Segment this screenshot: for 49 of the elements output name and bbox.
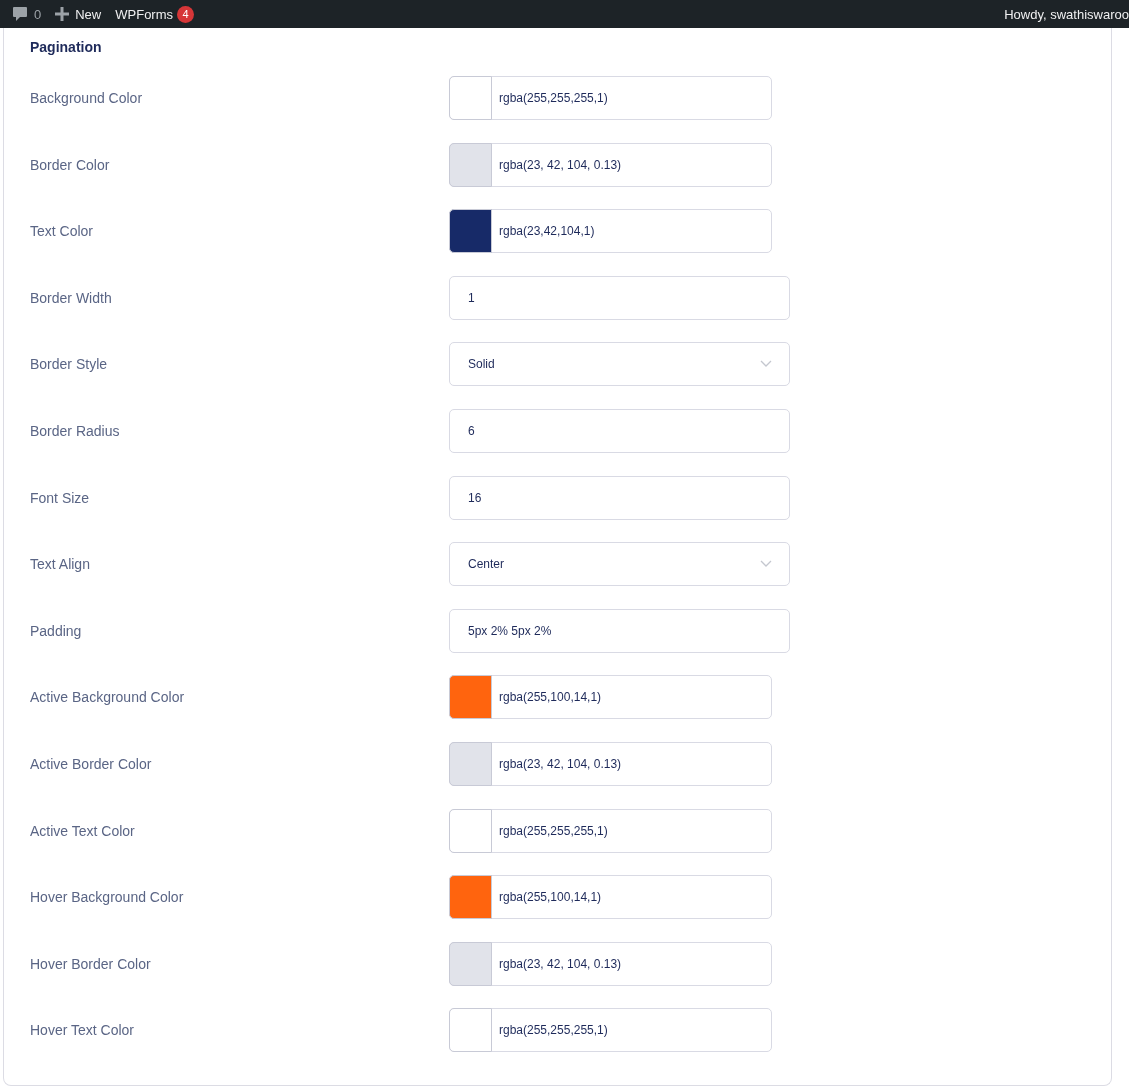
new-link[interactable]: New [55, 6, 102, 22]
field-label: Active Background Color [30, 689, 186, 706]
field-label: Hover Text Color [30, 1022, 135, 1039]
color-swatch[interactable] [449, 941, 492, 986]
field-label: Hover Border Color [30, 955, 152, 972]
color-swatch[interactable] [449, 808, 492, 853]
field-label: Text Color [30, 223, 95, 240]
count-badge: 4 [177, 5, 195, 23]
field-label: Text Align [30, 556, 91, 573]
color-swatch[interactable] [449, 209, 492, 254]
color-field[interactable]: rgba(23,42,104,1) [449, 209, 772, 254]
field-label: Active Border Color [30, 755, 153, 772]
input-field[interactable]: 6 [449, 408, 790, 453]
color-field[interactable]: rgba(255,255,255,1) [449, 808, 772, 853]
dropdown[interactable]: Center [449, 542, 790, 587]
chevron-down-icon [760, 360, 772, 369]
color-swatch[interactable] [449, 1008, 492, 1053]
color-field[interactable]: rgba(255,100,14,1) [449, 675, 772, 720]
field-label: Active Text Color [30, 822, 136, 839]
dropdown[interactable]: Solid [449, 342, 790, 387]
color-field[interactable]: rgba(23, 42, 104, 0.13) [449, 741, 772, 786]
chevron-down-icon [760, 560, 772, 569]
plugin-link[interactable]: WPForms 4 [115, 5, 195, 23]
field-label: Border Width [30, 289, 113, 306]
color-field[interactable]: rgba(23, 42, 104, 0.13) [449, 142, 772, 187]
account-link[interactable]: Howdy, swathiswaroo [1004, 6, 1129, 22]
comments-link[interactable]: 0 [12, 6, 42, 22]
color-swatch[interactable] [449, 142, 492, 187]
field-label: Background Color [30, 90, 144, 106]
plus-icon [55, 7, 70, 21]
field-label: Border Style [30, 356, 109, 373]
color-swatch[interactable] [449, 875, 492, 920]
color-field[interactable]: rgba(255,255,255,1) [449, 1008, 772, 1053]
field-label: Hover Background Color [30, 889, 185, 906]
section-title: Pagination [30, 39, 103, 57]
color-field[interactable]: rgba(23, 42, 104, 0.13) [449, 941, 772, 986]
color-swatch[interactable] [449, 675, 492, 720]
color-swatch[interactable] [449, 76, 492, 120]
field-label: Padding [30, 622, 83, 639]
color-swatch[interactable] [449, 741, 492, 786]
input-field[interactable]: 5px 2% 5px 2% [449, 608, 790, 653]
field-label: Font Size [30, 489, 91, 506]
field-label: Border Color [30, 156, 111, 173]
comment-icon [12, 6, 28, 22]
field-label: Border Radius [30, 422, 121, 439]
color-field[interactable]: rgba(255,100,14,1) [449, 875, 772, 920]
input-field[interactable]: 16 [449, 475, 790, 520]
color-field[interactable]: rgba(255,255,255,1) [449, 76, 772, 120]
input-field[interactable]: 1 [449, 275, 790, 320]
